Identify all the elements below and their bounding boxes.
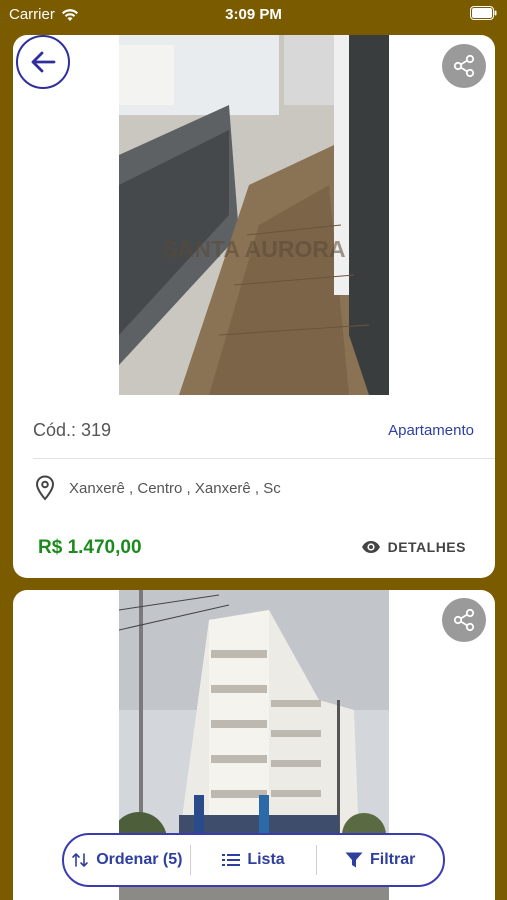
watermark-text: SANTA AURORA bbox=[162, 236, 345, 262]
sort-button[interactable]: Ordenar (5) bbox=[64, 835, 190, 885]
back-arrow-icon bbox=[31, 51, 56, 73]
details-label: DETALHES bbox=[387, 539, 466, 555]
list-label: Lista bbox=[247, 851, 285, 868]
share-button[interactable] bbox=[442, 598, 486, 642]
filter-button[interactable]: Filtrar bbox=[317, 835, 443, 885]
property-location: Xanxerê , Centro , Xanxerê , Sc bbox=[35, 475, 281, 501]
property-type: Apartamento bbox=[388, 422, 474, 439]
filter-label: Filtrar bbox=[370, 851, 416, 868]
sort-icon bbox=[72, 853, 89, 867]
eye-icon bbox=[361, 541, 380, 553]
property-price: R$ 1.470,00 bbox=[38, 537, 142, 558]
details-button[interactable]: DETALHES bbox=[361, 539, 466, 555]
share-button[interactable] bbox=[442, 44, 486, 88]
divider bbox=[33, 458, 495, 459]
property-photo[interactable]: SANTA AURORA bbox=[119, 35, 389, 395]
battery-icon bbox=[470, 6, 497, 20]
location-pin-icon bbox=[35, 475, 55, 501]
share-icon bbox=[453, 54, 475, 78]
listing-card[interactable]: SANTA AURORA Cód.: 319 Apartamento Xanxe… bbox=[13, 35, 495, 578]
status-bar: Carrier 3:09 PM bbox=[0, 0, 507, 28]
list-button[interactable]: Lista bbox=[191, 835, 317, 885]
back-button[interactable] bbox=[16, 35, 70, 89]
location-text: Xanxerê , Centro , Xanxerê , Sc bbox=[69, 479, 281, 497]
share-icon bbox=[453, 608, 475, 632]
status-time: 3:09 PM bbox=[225, 6, 282, 23]
bottom-action-bar: Ordenar (5) Lista Filtrar bbox=[62, 833, 445, 887]
list-icon bbox=[222, 854, 241, 866]
sort-label: Ordenar (5) bbox=[96, 851, 183, 868]
property-code: Cód.: 319 bbox=[33, 420, 112, 440]
filter-icon bbox=[345, 852, 363, 868]
